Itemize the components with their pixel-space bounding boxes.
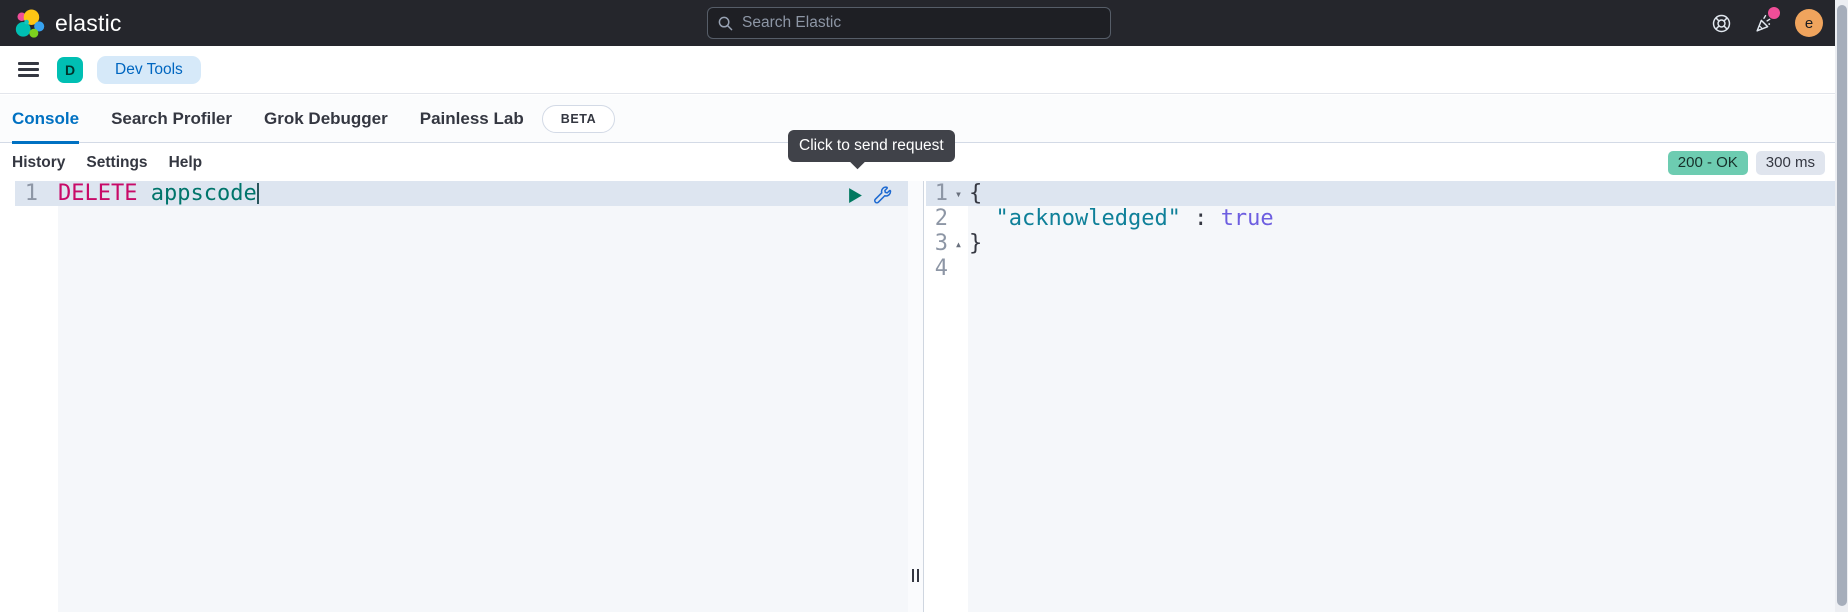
beta-badge: BETA: [542, 105, 616, 133]
newsfeed-button[interactable]: [1752, 11, 1776, 35]
hamburger-icon: [18, 62, 39, 65]
request-options-button[interactable]: [872, 185, 892, 205]
dev-tools-console-page: elastic: [0, 0, 1848, 612]
response-line[interactable]: 4: [926, 256, 1848, 281]
line-number: 4: [926, 256, 948, 281]
line-number: 1: [15, 181, 38, 206]
navigation-bar: D Dev Tools: [0, 46, 1848, 94]
json-key: "acknowledged": [996, 206, 1181, 231]
response-time-badge: 300 ms: [1756, 151, 1825, 175]
play-icon: [848, 187, 863, 204]
search-input[interactable]: [742, 14, 1100, 32]
tab-console[interactable]: Console: [12, 95, 79, 143]
request-line[interactable]: 1 DELETE appscode: [15, 181, 908, 206]
line-number: 1: [926, 181, 948, 206]
space-badge[interactable]: D: [57, 57, 83, 83]
response-viewer-panel[interactable]: 1 ▾ { 2 "acknowledged" : true 3 ▴ } 4: [924, 181, 1848, 612]
notification-dot: [1768, 7, 1780, 19]
status-badge: 200 - OK: [1668, 151, 1748, 175]
elastic-brand[interactable]: elastic: [0, 8, 122, 39]
tab-painless-lab[interactable]: Painless Lab: [420, 95, 524, 143]
header-actions: e: [1709, 0, 1823, 46]
wrench-icon: [873, 186, 892, 205]
request-editor-panel[interactable]: 1 DELETE appscode: [0, 181, 908, 612]
response-code: "acknowledged" : true: [969, 206, 1274, 231]
elastic-logo-icon: [14, 8, 45, 39]
http-method: DELETE: [58, 181, 137, 206]
help-menu[interactable]: Help: [169, 154, 203, 172]
response-line[interactable]: 1 ▾ {: [926, 181, 1848, 206]
json-value: true: [1221, 206, 1274, 231]
window-scrollbar[interactable]: [1835, 0, 1848, 612]
history-menu[interactable]: History: [12, 154, 65, 172]
menu-toggle-button[interactable]: [18, 62, 39, 77]
request-actions: [845, 185, 892, 205]
send-request-button[interactable]: [845, 185, 865, 205]
response-line[interactable]: 3 ▴ }: [926, 231, 1848, 256]
user-avatar[interactable]: e: [1795, 9, 1823, 37]
avatar-initial: e: [1805, 15, 1813, 32]
life-buoy-icon: [1711, 13, 1732, 34]
brand-name: elastic: [55, 10, 122, 37]
line-number: 2: [926, 206, 948, 231]
top-header-bar: elastic: [0, 0, 1848, 46]
help-button[interactable]: [1709, 11, 1733, 35]
fold-toggle-icon[interactable]: ▾: [948, 181, 969, 206]
breadcrumb-dev-tools[interactable]: Dev Tools: [97, 56, 201, 84]
send-request-tooltip: Click to send request: [788, 130, 955, 162]
line-number: 3: [926, 231, 948, 256]
search-icon: [718, 16, 733, 31]
resize-handle-icon[interactable]: [912, 569, 919, 582]
tab-search-profiler[interactable]: Search Profiler: [111, 95, 232, 143]
text-cursor: [257, 183, 259, 204]
response-line[interactable]: 2 "acknowledged" : true: [926, 206, 1848, 231]
global-search[interactable]: [707, 7, 1111, 39]
console-editor: 1 DELETE appscode: [0, 181, 1848, 612]
tab-grok-debugger[interactable]: Grok Debugger: [264, 95, 388, 143]
request-code: DELETE appscode: [58, 181, 259, 206]
request-path: appscode: [151, 181, 257, 206]
panel-resizer[interactable]: [908, 181, 924, 612]
scrollbar-thumb[interactable]: [1837, 5, 1847, 606]
fold-toggle-icon[interactable]: ▴: [948, 231, 969, 256]
settings-menu[interactable]: Settings: [86, 154, 147, 172]
